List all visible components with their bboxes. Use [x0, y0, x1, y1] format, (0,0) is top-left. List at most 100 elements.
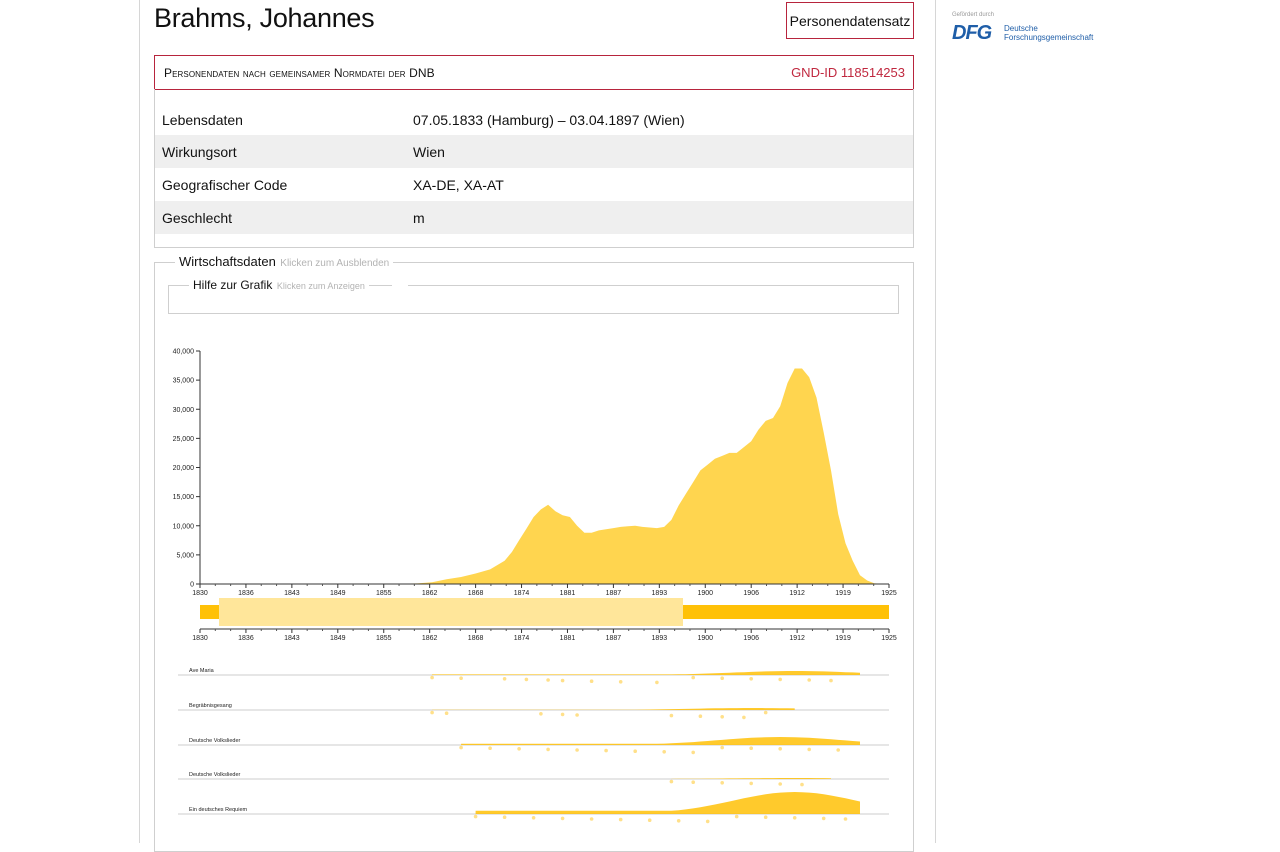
dfg-mark: DFG: [952, 22, 992, 44]
x-tick-label: 1906: [743, 590, 759, 597]
y-tick-label: 5,000: [176, 552, 194, 559]
x-tick-label: 1836: [238, 635, 254, 642]
work-dot: [430, 675, 434, 680]
x-tick-label: 1830: [192, 590, 208, 597]
work-label: Ave Maria: [189, 668, 215, 674]
work-dot: [459, 745, 463, 750]
x-tick-label: 1862: [422, 590, 438, 597]
work-dot: [749, 677, 753, 681]
x-tick-label: 1862: [422, 635, 438, 642]
work-label: Deutsche Volkslieder: [189, 772, 241, 778]
work-dot: [720, 745, 724, 750]
work-dot: [800, 782, 804, 787]
x-tick-label: 1881: [560, 635, 576, 642]
x-tick-label: 1868: [468, 590, 484, 597]
x-tick-label: 1843: [284, 635, 300, 642]
work-dot: [792, 816, 797, 820]
work-dot: [698, 714, 703, 718]
x-tick-label: 1836: [238, 590, 254, 597]
y-tick-label: 25,000: [173, 436, 195, 443]
work-dot: [778, 747, 782, 751]
work-dot: [676, 819, 681, 823]
work-dot: [655, 680, 659, 685]
work-dot: [618, 680, 623, 684]
x-tick-label: 1881: [560, 590, 576, 597]
work-dot: [560, 678, 565, 683]
work-dot: [691, 675, 695, 680]
work-dot: [662, 750, 666, 754]
x-tick-label: 1925: [881, 635, 897, 642]
work-area: [671, 778, 831, 779]
x-tick-label: 1874: [514, 635, 530, 642]
work-dot: [705, 819, 710, 824]
work-dot: [560, 712, 565, 717]
work-dot: [691, 750, 695, 755]
work-dot: [546, 747, 550, 752]
work-dot: [829, 678, 833, 683]
y-tick-label: 30,000: [173, 407, 195, 414]
work-dot: [836, 748, 840, 752]
work-dot: [821, 816, 826, 821]
sponsor-caption: Gefördert durch: [952, 12, 995, 18]
x-tick-label: 1855: [376, 635, 392, 642]
dfg-name-line2: Forschungsgemeinschaft: [1004, 33, 1094, 42]
x-tick-label: 1912: [789, 635, 805, 642]
work-label: Begräbnisgesang: [189, 703, 232, 709]
work-dot: [720, 676, 724, 680]
work-dot: [807, 747, 811, 752]
y-tick-label: 0: [190, 582, 194, 589]
x-tick-label: 1912: [789, 590, 805, 597]
work-dot: [517, 747, 521, 751]
x-tick-label: 1919: [835, 635, 851, 642]
work-dot: [749, 746, 753, 750]
y-tick-label: 15,000: [173, 494, 195, 501]
work-label: Deutsche Volkslieder: [189, 738, 241, 744]
x-tick-label: 1843: [284, 590, 300, 597]
work-dot: [633, 749, 637, 753]
x-tick-label: 1893: [652, 635, 668, 642]
timeline-chart: 0 5,000 10,000 15,000 20,000 25,000 30,000 35,0…: [173, 349, 897, 824]
x-tick-label: 1925: [881, 590, 897, 597]
work-dot: [734, 814, 739, 819]
area-series: [200, 368, 889, 584]
work-area: [432, 708, 795, 710]
work-dot: [647, 818, 652, 822]
work-dot: [524, 677, 529, 682]
y-tick-label: 10,000: [173, 523, 195, 530]
work-dot: [742, 715, 746, 720]
work-dot: [502, 815, 507, 819]
work-dot: [604, 748, 608, 753]
y-tick-label: 40,000: [173, 349, 195, 356]
x-tick-label: 1849: [330, 590, 346, 597]
work-dot: [778, 677, 782, 682]
work-area: [475, 792, 860, 814]
work-dot: [669, 713, 674, 718]
work-label: Ein deutsches Requiem: [189, 807, 248, 813]
work-dot: [720, 781, 724, 785]
range-selection-window: [219, 598, 683, 626]
work-dot: [430, 710, 434, 715]
x-tick-label: 1900: [697, 635, 713, 642]
work-dot: [763, 710, 768, 715]
work-dot: [444, 711, 449, 715]
y-tick-label: 35,000: [173, 378, 195, 385]
work-area: [432, 671, 860, 675]
x-tick-label: 1855: [376, 590, 392, 597]
x-tick-label: 1906: [743, 635, 759, 642]
dfg-name-line1: Deutsche: [1004, 24, 1038, 33]
work-dot: [539, 712, 543, 716]
work-dot: [589, 679, 594, 683]
work-dot: [502, 677, 507, 681]
work-dot: [459, 676, 463, 680]
work-dot: [843, 817, 848, 821]
work-dot: [691, 780, 695, 784]
work-dot: [575, 713, 579, 717]
x-tick-label: 1919: [835, 590, 851, 597]
work-dot: [589, 817, 594, 821]
x-tick-label: 1868: [468, 635, 484, 642]
work-dot: [488, 746, 492, 750]
x-tick-label: 1849: [330, 635, 346, 642]
work-dot: [560, 816, 565, 821]
work-dot: [778, 782, 782, 786]
work-dot: [720, 715, 724, 719]
